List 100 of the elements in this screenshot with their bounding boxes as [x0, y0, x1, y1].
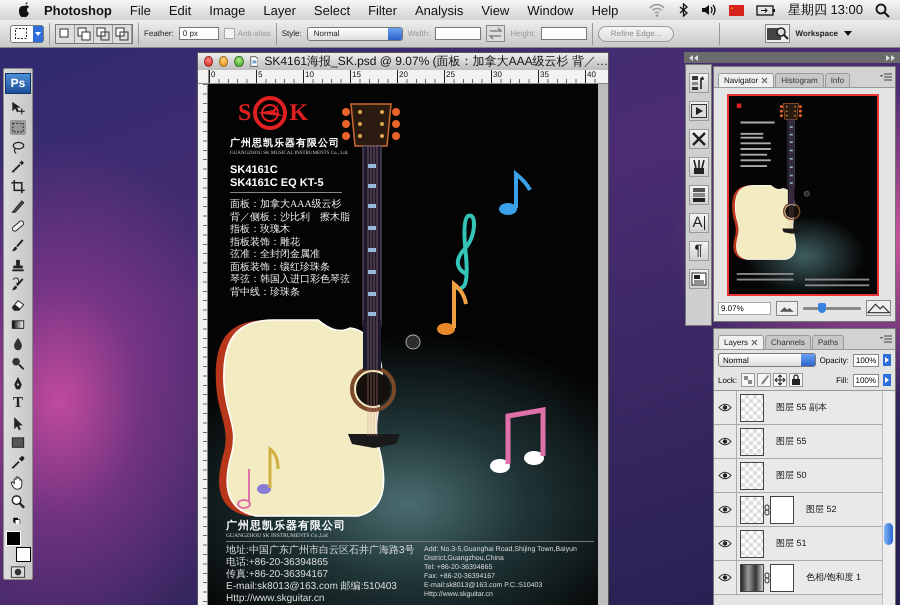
fill-label: Fill: — [836, 376, 849, 384]
menu-item[interactable]: Filter — [359, 2, 406, 18]
eye-icon[interactable] — [718, 403, 732, 412]
layer-row[interactable]: 图层 51 — [714, 527, 882, 561]
fill-arrow-button[interactable] — [883, 374, 891, 386]
eyedropper-icon[interactable] — [10, 455, 26, 470]
checker-lock-icon[interactable] — [741, 373, 756, 387]
flag-icon[interactable] — [728, 4, 744, 16]
menu-item[interactable]: Window — [518, 2, 583, 18]
battery-icon[interactable] — [756, 4, 776, 16]
stamp-stack-icon[interactable] — [688, 185, 708, 205]
minimize-button[interactable] — [219, 56, 228, 67]
background-color-swatch[interactable] — [16, 546, 30, 562]
panel-tab[interactable]: Channels — [765, 335, 811, 349]
knife-icon[interactable] — [10, 198, 26, 214]
style-select[interactable]: Normal — [306, 26, 403, 40]
selection-mode-icon[interactable] — [113, 24, 132, 42]
speaker-icon[interactable] — [700, 3, 717, 17]
close-button[interactable] — [204, 56, 214, 67]
eye-icon[interactable] — [718, 573, 732, 582]
play-icon[interactable] — [688, 101, 708, 121]
width-field[interactable] — [435, 27, 482, 40]
layer-row[interactable]: 图层 50 — [714, 459, 882, 493]
opacity-arrow-button[interactable] — [883, 354, 891, 366]
collapse-arrows-icon[interactable] — [688, 54, 699, 62]
caret-icon — [35, 32, 41, 36]
swap-icon[interactable] — [486, 25, 506, 42]
apple-icon[interactable] — [16, 2, 30, 18]
menu-item[interactable]: Analysis — [406, 2, 472, 18]
small-mountain-icon[interactable] — [776, 300, 798, 316]
panel-tab[interactable]: Layers — [718, 335, 764, 349]
eye-icon[interactable] — [718, 539, 732, 548]
layer-comps-icon[interactable] — [688, 269, 708, 289]
menu-item[interactable]: Edit — [160, 2, 200, 18]
crop-icon[interactable] — [10, 179, 26, 194]
dashed-square-icon[interactable] — [10, 120, 26, 136]
menu-clock[interactable]: 星期四 13:00 — [788, 1, 863, 19]
scrollbar[interactable] — [598, 84, 608, 605]
zoom-button[interactable] — [234, 56, 244, 67]
contact-line: 传真:+86-20-36394167 — [226, 569, 330, 581]
menu-item[interactable]: Help — [582, 2, 628, 18]
menu-item[interactable]: Select — [304, 2, 360, 18]
panel-tab[interactable]: Histogram — [775, 73, 824, 87]
padlock-icon[interactable] — [789, 373, 804, 387]
layer-row[interactable]: 图层 55 — [714, 425, 882, 459]
character-panel-button[interactable]: A — [688, 213, 708, 233]
lasso-icon[interactable] — [10, 140, 26, 155]
large-mountain-icon[interactable] — [866, 300, 891, 316]
lock-label: Lock: — [718, 376, 738, 384]
layer-row[interactable]: 图层 52 — [714, 493, 882, 527]
brush-cup-icon[interactable] — [688, 157, 708, 177]
panel-tab[interactable]: Paths — [812, 335, 844, 349]
panel-menu-icon[interactable] — [880, 72, 892, 82]
menu-item[interactable]: Image — [200, 2, 254, 18]
selection-mode-icon[interactable] — [75, 24, 94, 42]
blend-mode-select[interactable]: Normal — [718, 353, 816, 367]
foreground-color-swatch[interactable] — [6, 530, 20, 546]
quick-mask-icon[interactable] — [10, 564, 26, 580]
search-icon[interactable] — [875, 2, 890, 18]
eye-icon[interactable] — [718, 437, 732, 446]
window-magnifier-icon[interactable] — [765, 24, 790, 43]
scrollbar-thumb[interactable] — [884, 523, 893, 545]
panel-menu-icon[interactable] — [880, 334, 892, 344]
feather-field[interactable]: 0 px — [178, 27, 219, 40]
move-arrow-icon[interactable] — [10, 100, 26, 116]
workspace-menu[interactable]: Workspace — [795, 29, 852, 38]
paragraph-panel-button[interactable]: ¶ — [688, 241, 708, 261]
layer-row[interactable]: 色相/饱和度 1 — [714, 561, 882, 595]
stamp-icon[interactable] — [10, 258, 26, 273]
wand-icon[interactable] — [10, 159, 26, 175]
layer-row[interactable]: 图层 55 副本 — [714, 391, 882, 425]
app-name-menu[interactable]: Photoshop — [44, 2, 121, 18]
tool-preset-picker[interactable] — [10, 24, 44, 42]
expand-arrows-icon[interactable] — [885, 54, 896, 62]
brush-lock-icon[interactable] — [757, 373, 772, 387]
zoom-field[interactable]: 9.07% — [718, 302, 771, 314]
brush-curl-icon[interactable] — [10, 277, 26, 292]
menu-item[interactable]: File — [120, 2, 160, 18]
panel-tab[interactable]: Info — [824, 73, 850, 87]
eye-icon[interactable] — [718, 471, 732, 480]
magnifier-icon[interactable] — [10, 494, 26, 510]
ps-logo[interactable]: Ps — [5, 73, 31, 94]
panel-tab[interactable]: Navigator — [718, 73, 774, 87]
menu-item[interactable]: Layer — [254, 2, 305, 18]
slider-thumb[interactable] — [818, 302, 826, 312]
move-lock-icon[interactable] — [773, 373, 788, 387]
scrollbar[interactable] — [882, 391, 895, 605]
height-field[interactable] — [540, 27, 587, 40]
crossed-tools-icon[interactable] — [688, 129, 708, 149]
history-icon[interactable] — [688, 73, 708, 93]
opacity-field[interactable]: 100% — [852, 354, 880, 366]
lollipop-icon[interactable] — [10, 356, 26, 372]
eye-icon[interactable] — [718, 505, 732, 514]
brush-icon[interactable] — [10, 238, 26, 254]
menu-item[interactable]: View — [472, 2, 518, 18]
selection-mode-icon[interactable] — [94, 24, 113, 42]
fill-field[interactable]: 100% — [852, 374, 879, 386]
rectangle-icon[interactable] — [10, 435, 26, 451]
layer-thumbnail — [740, 530, 764, 558]
type-tool[interactable]: T — [12, 395, 23, 412]
